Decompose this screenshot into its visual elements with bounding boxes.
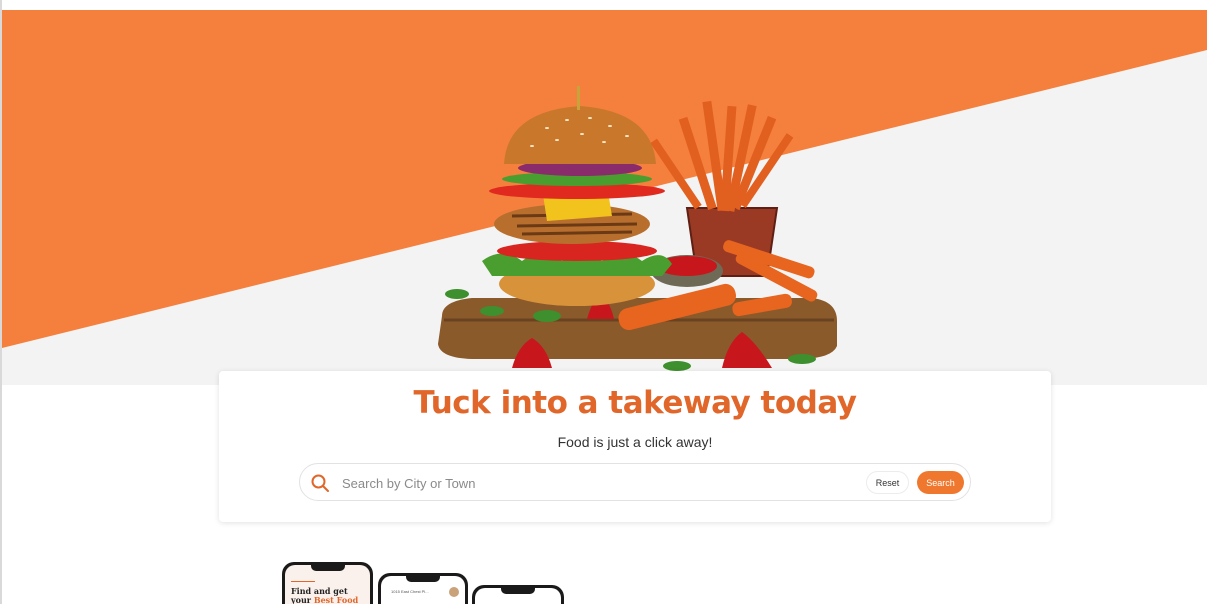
page-subheadline: Food is just a click away! <box>557 434 713 450</box>
phone-accent-line <box>291 581 315 582</box>
search-button[interactable]: Search <box>917 471 964 494</box>
search-bar: Reset Search <box>299 463 971 501</box>
phone-mockup-list <box>472 585 564 604</box>
phone-address-field: 1015 East Chest Pl... <box>387 586 447 598</box>
phone-mockup-home: Find and get your Best Food <box>282 562 373 604</box>
app-preview-phones: Find and get your Best Food 1015 East Ch… <box>282 560 572 604</box>
avatar <box>449 587 459 597</box>
hero-food-image <box>438 86 837 371</box>
search-card: Tuck into a takeway today Food is just a… <box>219 371 1051 522</box>
phone-title: Find and get your Best Food <box>291 586 359 604</box>
page-headline: Tuck into a takeway today <box>413 385 857 421</box>
hero-banner <box>2 10 1207 385</box>
search-icon <box>311 474 329 492</box>
search-input[interactable] <box>342 470 842 496</box>
page: Tuck into a takeway today Food is just a… <box>0 0 1207 604</box>
phone-mockup-search: 1015 East Chest Pl... <box>378 573 468 604</box>
reset-button[interactable]: Reset <box>866 471 909 494</box>
